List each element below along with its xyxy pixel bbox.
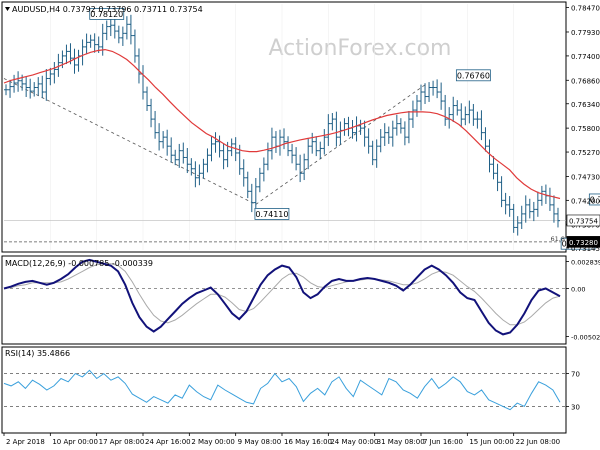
price-annotation: 0.76760 xyxy=(455,69,491,82)
macd-ytick-label: -0.005021 xyxy=(571,333,600,341)
x-tick-label: 10 Apr 00:00 xyxy=(52,438,98,446)
x-tick-label: 15 Jun 00:00 xyxy=(469,438,513,446)
x-tick-label: 2 May 00:00 xyxy=(191,438,235,446)
x-tick-label: 2 Apr 2018 xyxy=(6,438,45,446)
price-ytick-label: 0.77930 xyxy=(571,29,600,37)
rsi-ytick-label: 30 xyxy=(571,403,580,411)
macd-ytick-label: 0.002839 xyxy=(571,258,600,266)
x-tick-label: 7 Jun 16:00 xyxy=(423,438,463,446)
rsi-title: RSI(14) 35.4866 xyxy=(5,349,70,358)
x-tick-label: 16 May 16:00 xyxy=(284,438,332,446)
annotation-label: 0.74110 xyxy=(255,210,288,219)
x-tick-label: 24 Apr 16:00 xyxy=(145,438,191,446)
rsi-ytick-label: 70 xyxy=(571,371,580,379)
macd-ytick-label: 0.00 xyxy=(571,286,585,294)
price-level-label: 0.73754 xyxy=(569,217,598,225)
macd-panel: MACD(12,26,9) -0.000785 -0.000339 0.0028… xyxy=(1,255,600,345)
rsi-panel: RSI(14) 35.4866 70 30 xyxy=(1,346,580,434)
fib-label: 61.8 xyxy=(551,235,565,243)
watermark: ActionForex.com xyxy=(269,36,452,61)
price-level-box: 0.73280 xyxy=(566,236,600,248)
price-annotation: 0.74110 xyxy=(254,208,290,220)
annotation-label: 0.76760 xyxy=(457,71,490,80)
macd-yaxis: 0.002839 0.00 -0.005021 xyxy=(566,258,600,341)
x-tick-label: 31 May 08:00 xyxy=(377,438,425,446)
price-level-label: 0.73280 xyxy=(569,239,598,247)
price-ytick-label: 0.78470 xyxy=(571,5,600,13)
x-tick-label: 24 May 00:00 xyxy=(330,438,378,446)
price-level-box: 0.73754 xyxy=(566,214,600,227)
x-tick-label: 17 Apr 08:00 xyxy=(99,438,145,446)
macd-title: MACD(12,26,9) -0.000785 -0.000339 xyxy=(5,259,153,268)
price-panel: ActionForex.com 0.781200.741100.767600.7… xyxy=(1,1,600,253)
x-tick-label: 22 Jun 08:00 xyxy=(516,438,560,446)
chart-svg: ActionForex.com 0.781200.741100.767600.7… xyxy=(1,1,600,446)
price-ytick-label: 0.74200 xyxy=(571,197,600,205)
x-axis: 2 Apr 2018 10 Apr 00:00 17 Apr 08:00 24 Apr… xyxy=(3,433,560,446)
price-ytick-label: 0.75800 xyxy=(571,125,600,133)
price-ytick-label: 0.75270 xyxy=(571,149,600,157)
price-ytick-label: 0.74730 xyxy=(571,173,600,181)
x-tick-label: 9 May 08:00 xyxy=(238,438,282,446)
rsi-yaxis: 70 30 xyxy=(566,371,580,411)
price-ytick-label: 0.76860 xyxy=(571,77,600,85)
symbol-header: AUDUSD,H4 0.73792 0.73796 0.73711 0.7375… xyxy=(12,5,203,14)
price-ytick-label: 0.76340 xyxy=(571,101,600,109)
price-ytick-label: 0.77400 xyxy=(571,53,600,61)
price-yaxis: 0.78470 0.77930 0.77400 0.76860 0.76340 0.758… xyxy=(566,5,600,253)
